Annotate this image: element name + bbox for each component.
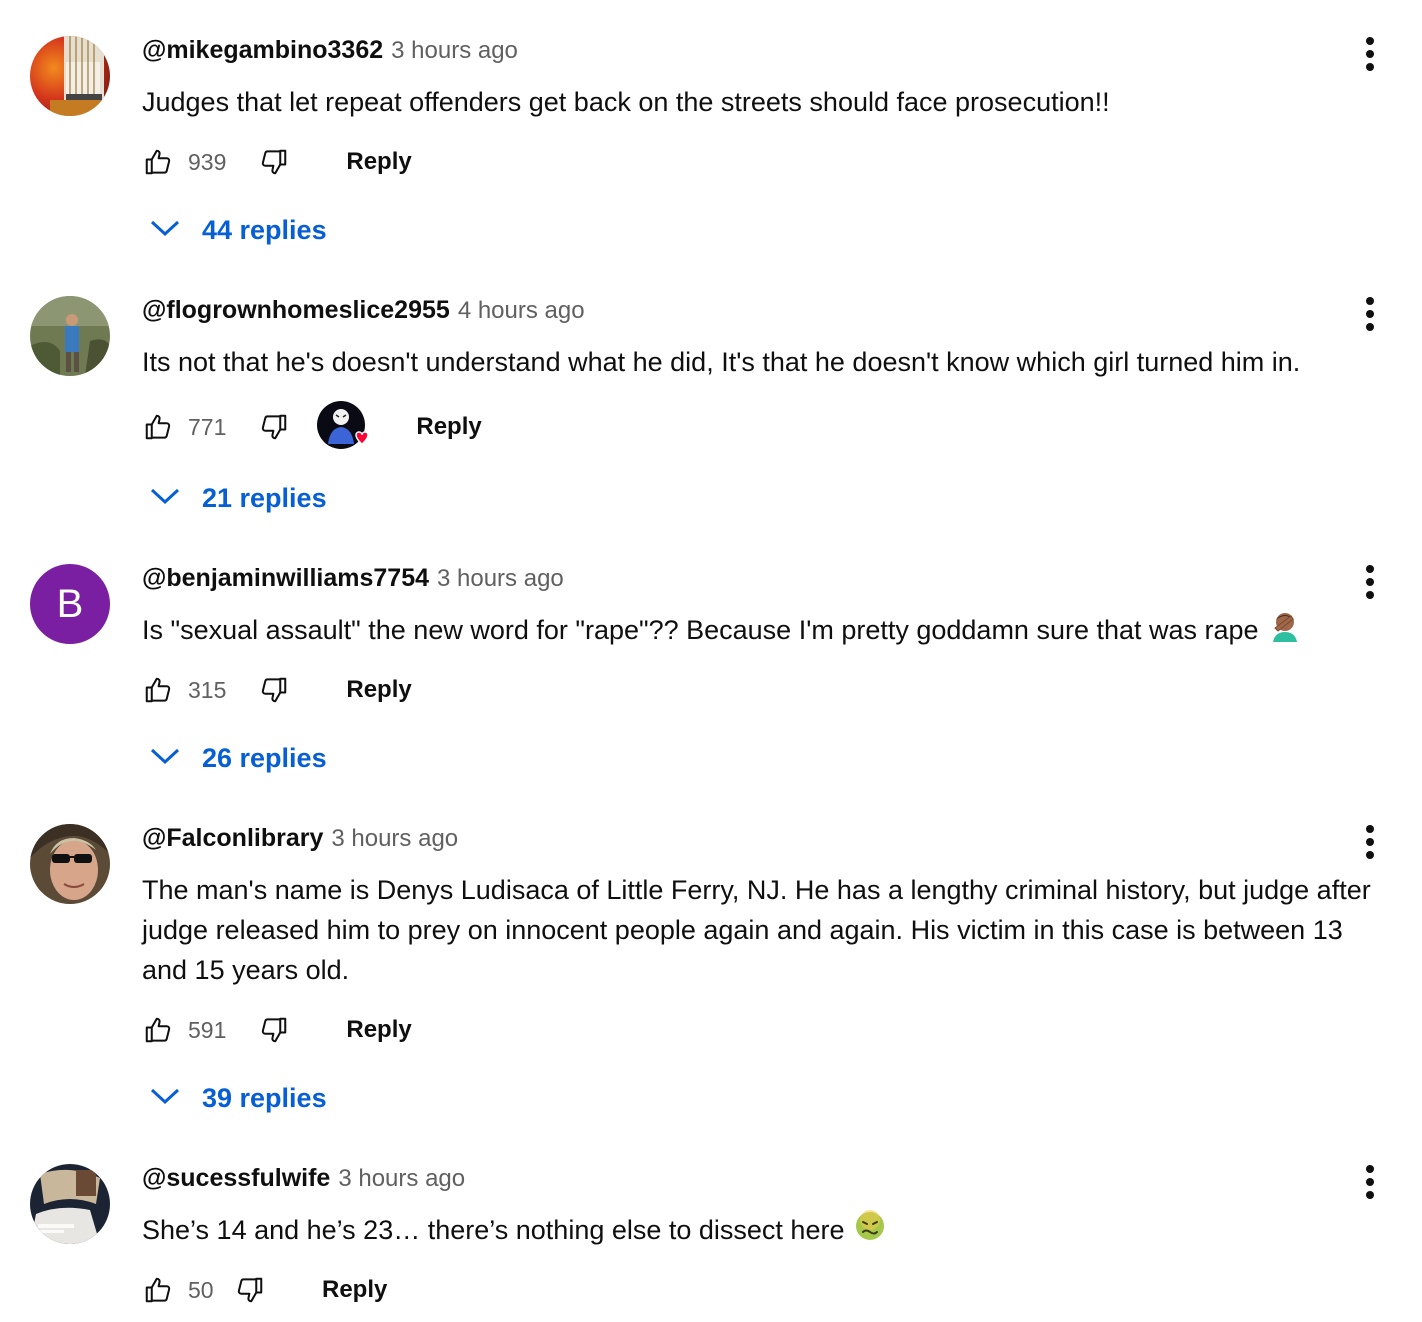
comment-text: Its not that he's doesn't understand wha… — [142, 347, 1301, 377]
comment-timestamp[interactable]: 3 hours ago — [391, 37, 518, 65]
replies-count-label: 26 replies — [202, 742, 327, 773]
like-count: 939 — [188, 148, 227, 175]
comment-author[interactable]: @mikegambino3362 — [142, 36, 383, 65]
avatar[interactable] — [30, 36, 110, 116]
reply-button[interactable]: Reply — [416, 413, 481, 441]
replies-count-label: 21 replies — [202, 482, 327, 513]
view-replies-button[interactable]: 39 replies — [148, 1078, 327, 1118]
dislike-icon[interactable] — [258, 674, 290, 706]
comment-header: @Falconlibrary 3 hours ago — [142, 824, 458, 864]
avatar[interactable] — [30, 824, 110, 904]
comment-timestamp[interactable]: 3 hours ago — [437, 565, 564, 593]
comment-actions: 315 Reply — [142, 670, 412, 710]
comment-header: @benjaminwilliams7754 3 hours ago — [142, 564, 564, 604]
like-icon[interactable] — [142, 1014, 174, 1046]
comment-text: Is "sexual assault" the new word for "ra… — [142, 610, 1372, 653]
like-icon[interactable] — [142, 1274, 174, 1306]
replies-count-label: 39 replies — [202, 1082, 327, 1113]
comment-timestamp[interactable]: 4 hours ago — [458, 297, 585, 325]
avatar[interactable] — [30, 1164, 110, 1244]
chevron-down-icon — [148, 1085, 182, 1112]
more-vert-icon[interactable] — [1352, 292, 1388, 336]
nauseated-face-emoji — [854, 1210, 886, 1253]
dislike-icon[interactable] — [258, 1014, 290, 1046]
comment-header: @flogrownhomeslice2955 4 hours ago — [142, 296, 585, 336]
comment-thread: B @benjaminwilliams7754 3 hours ago Is "… — [0, 564, 1422, 794]
comment-text: She’s 14 and he’s 23… there’s nothing el… — [142, 1210, 1372, 1253]
comment-thread: @Falconlibrary 3 hours ago The man's nam… — [0, 824, 1422, 1134]
comment-actions: 939 Reply — [142, 142, 412, 182]
dislike-icon[interactable] — [258, 411, 290, 443]
comment-author[interactable]: @sucessfulwife — [142, 1164, 330, 1193]
comment-header: @mikegambino3362 3 hours ago — [142, 36, 518, 76]
reply-button[interactable]: Reply — [346, 148, 411, 176]
facepalm-emoji — [1269, 610, 1301, 653]
like-count: 591 — [188, 1016, 227, 1043]
replies-count-label: 44 replies — [202, 214, 327, 245]
comment-text-content: Is "sexual assault" the new word for "ra… — [142, 615, 1259, 645]
avatar[interactable] — [30, 296, 110, 376]
dislike-icon[interactable] — [234, 1274, 266, 1306]
reply-button[interactable]: Reply — [322, 1276, 387, 1304]
comment-thread: @flogrownhomeslice2955 4 hours ago Its n… — [0, 296, 1422, 536]
comment-header: @sucessfulwife 3 hours ago — [142, 1164, 465, 1204]
like-icon[interactable] — [142, 674, 174, 706]
comment-actions: 771 Reply — [142, 400, 482, 454]
more-vert-icon[interactable] — [1352, 560, 1388, 604]
like-count: 50 — [188, 1276, 214, 1303]
comment-timestamp[interactable]: 3 hours ago — [338, 1165, 465, 1193]
comment-author[interactable]: @flogrownhomeslice2955 — [142, 296, 450, 325]
more-vert-icon[interactable] — [1352, 820, 1388, 864]
avatar[interactable]: B — [30, 564, 110, 644]
view-replies-button[interactable]: 44 replies — [148, 210, 327, 250]
comment-text-content: She’s 14 and he’s 23… there’s nothing el… — [142, 1215, 845, 1245]
reply-button[interactable]: Reply — [346, 676, 411, 704]
like-icon[interactable] — [142, 411, 174, 443]
dislike-icon[interactable] — [258, 146, 290, 178]
creator-heart-icon — [316, 400, 370, 454]
comment-timestamp[interactable]: 3 hours ago — [331, 825, 458, 853]
like-icon[interactable] — [142, 146, 174, 178]
comment-thread: @sucessfulwife 3 hours ago She’s 14 and … — [0, 1164, 1422, 1314]
comment-author[interactable]: @benjaminwilliams7754 — [142, 564, 429, 593]
view-replies-button[interactable]: 26 replies — [148, 738, 327, 778]
comment-author[interactable]: @Falconlibrary — [142, 824, 323, 853]
more-vert-icon[interactable] — [1352, 1160, 1388, 1204]
like-count: 315 — [188, 676, 227, 703]
like-count: 771 — [188, 413, 227, 440]
comment-actions: 591 Reply — [142, 1010, 412, 1050]
view-replies-button[interactable]: 21 replies — [148, 478, 327, 518]
chevron-down-icon — [148, 217, 182, 244]
chevron-down-icon — [148, 485, 182, 512]
comment-text: Judges that let repeat offenders get bac… — [142, 87, 1110, 117]
comment-thread: @mikegambino3362 3 hours ago Judges that… — [0, 36, 1422, 266]
reply-button[interactable]: Reply — [346, 1016, 411, 1044]
more-vert-icon[interactable] — [1352, 32, 1388, 76]
comment-actions: 50 Reply — [142, 1270, 387, 1310]
chevron-down-icon — [148, 745, 182, 772]
comment-text: The man's name is Denys Ludisaca of Litt… — [142, 875, 1371, 985]
